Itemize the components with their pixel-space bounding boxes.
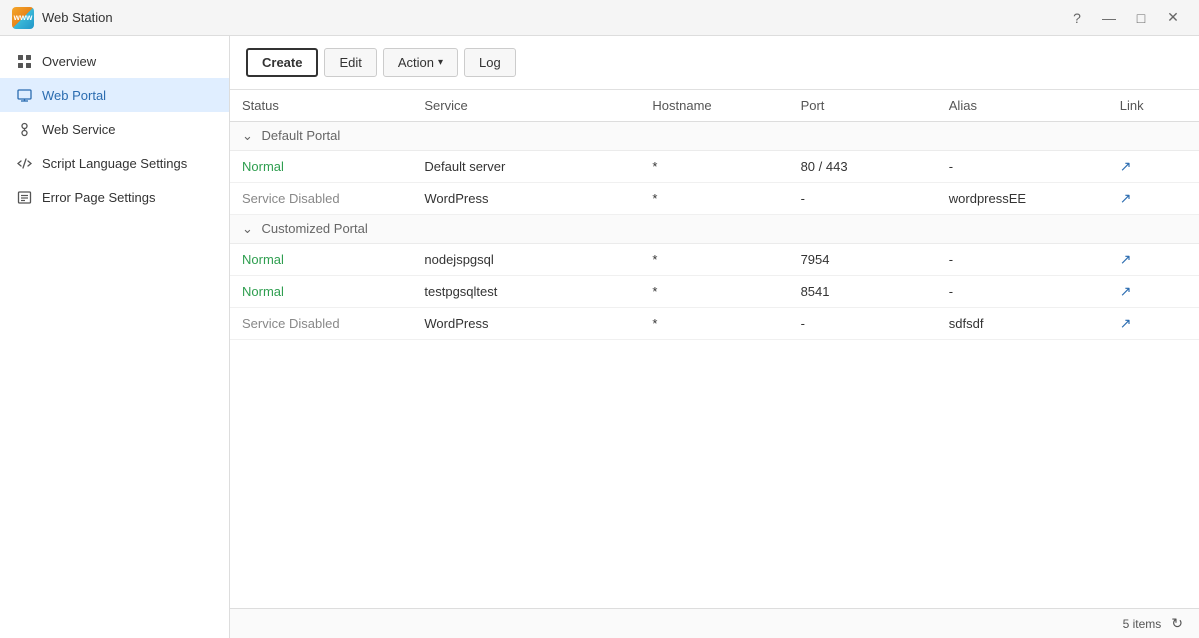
app-logo: www [12,7,34,29]
cell-port: 8541 [789,276,937,308]
main-layout: Overview Web Portal Web Service Script L… [0,36,1199,638]
toolbar: Create Edit Action ▾ Log [230,36,1199,90]
sidebar-item-overview-label: Overview [42,54,96,69]
cell-alias: - [937,244,1108,276]
create-button[interactable]: Create [246,48,318,77]
cell-link: ↗︎ [1108,276,1199,308]
group-chevron-icon: ⌄ [242,221,253,236]
sidebar-item-web-portal[interactable]: Web Portal [0,78,229,112]
external-link-icon[interactable]: ↗︎ [1120,190,1132,207]
logo-text: www [14,13,33,22]
cell-status: Normal [230,151,412,183]
cell-port: 7954 [789,244,937,276]
cell-link: ↗︎ [1108,183,1199,215]
sidebar-item-error-page-label: Error Page Settings [42,190,155,205]
group-label: ⌄ Default Portal [230,122,1199,151]
sidebar-item-error-page[interactable]: Error Page Settings [0,180,229,214]
close-button[interactable]: ✕ [1159,4,1187,32]
cell-service: nodejspgsql [412,244,640,276]
col-header-hostname: Hostname [640,90,788,122]
cell-port: 80 / 443 [789,151,937,183]
group-label: ⌄ Customized Portal [230,215,1199,244]
cell-port: - [789,183,937,215]
cell-service: WordPress [412,183,640,215]
statusbar: 5 items ↻ [230,608,1199,638]
table-container: Status Service Hostname Port Alias Link … [230,90,1199,608]
sidebar-item-overview[interactable]: Overview [0,44,229,78]
cell-hostname: * [640,151,788,183]
cell-status: Service Disabled [230,308,412,340]
col-header-link: Link [1108,90,1199,122]
service-icon [16,121,32,137]
portal-table: Status Service Hostname Port Alias Link … [230,90,1199,340]
cell-port: - [789,308,937,340]
titlebar-controls: ? — □ ✕ [1063,4,1187,32]
cell-status: Normal [230,276,412,308]
app-title: Web Station [42,10,113,25]
cell-hostname: * [640,276,788,308]
group-row-customized-portal: ⌄ Customized Portal [230,215,1199,244]
table-row[interactable]: Service Disabled WordPress * - sdfsdf ↗︎ [230,308,1199,340]
cell-link: ↗︎ [1108,151,1199,183]
portal-icon [16,87,32,103]
external-link-icon[interactable]: ↗︎ [1120,315,1132,332]
edit-button[interactable]: Edit [324,48,376,77]
cell-service: testpgsqltest [412,276,640,308]
items-count: 5 items [1123,617,1162,631]
cell-alias: wordpressEE [937,183,1108,215]
content-area: Create Edit Action ▾ Log Status Service … [230,36,1199,638]
external-link-icon[interactable]: ↗︎ [1120,251,1132,268]
titlebar-left: www Web Station [12,7,113,29]
table-header: Status Service Hostname Port Alias Link [230,90,1199,122]
cell-alias: - [937,276,1108,308]
group-row-default-portal: ⌄ Default Portal [230,122,1199,151]
cell-alias: sdfsdf [937,308,1108,340]
cell-alias: - [937,151,1108,183]
group-chevron-icon: ⌄ [242,128,253,143]
help-button[interactable]: ? [1063,4,1091,32]
table-row[interactable]: Normal Default server * 80 / 443 - ↗︎ [230,151,1199,183]
col-header-port: Port [789,90,937,122]
cell-hostname: * [640,244,788,276]
overview-icon [16,53,32,69]
cell-service: Default server [412,151,640,183]
log-button[interactable]: Log [464,48,516,77]
minimize-button[interactable]: — [1095,4,1123,32]
col-header-service: Service [412,90,640,122]
external-link-icon[interactable]: ↗︎ [1120,283,1132,300]
col-header-alias: Alias [937,90,1108,122]
sidebar: Overview Web Portal Web Service Script L… [0,36,230,638]
cell-status: Normal [230,244,412,276]
cell-link: ↗︎ [1108,244,1199,276]
table-body: ⌄ Default Portal Normal Default server *… [230,122,1199,340]
error-icon [16,189,32,205]
cell-hostname: * [640,308,788,340]
sidebar-item-web-portal-label: Web Portal [42,88,106,103]
action-button[interactable]: Action ▾ [383,48,458,77]
sidebar-item-script-label: Script Language Settings [42,156,187,171]
cell-status: Service Disabled [230,183,412,215]
sidebar-item-script-language[interactable]: Script Language Settings [0,146,229,180]
table-row[interactable]: Normal testpgsqltest * 8541 - ↗︎ [230,276,1199,308]
external-link-icon[interactable]: ↗︎ [1120,158,1132,175]
sidebar-item-web-service[interactable]: Web Service [0,112,229,146]
action-caret-icon: ▾ [438,57,443,68]
refresh-button[interactable]: ↻ [1171,615,1183,632]
script-icon [16,155,32,171]
table-row[interactable]: Normal nodejspgsql * 7954 - ↗︎ [230,244,1199,276]
cell-link: ↗︎ [1108,308,1199,340]
titlebar: www Web Station ? — □ ✕ [0,0,1199,36]
col-header-status: Status [230,90,412,122]
action-label: Action [398,55,434,70]
maximize-button[interactable]: □ [1127,4,1155,32]
cell-hostname: * [640,183,788,215]
table-row[interactable]: Service Disabled WordPress * - wordpress… [230,183,1199,215]
cell-service: WordPress [412,308,640,340]
sidebar-item-web-service-label: Web Service [42,122,115,137]
